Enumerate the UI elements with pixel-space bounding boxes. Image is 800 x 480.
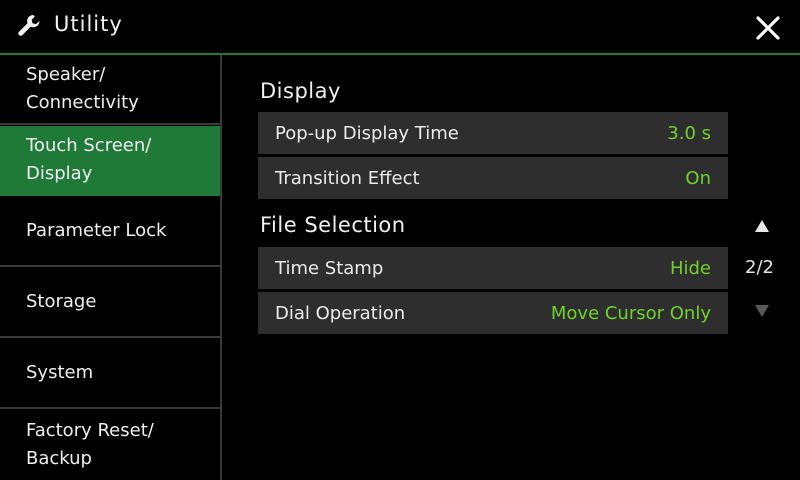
setting-label: Pop-up Display Time — [275, 122, 459, 144]
setting-row-time-stamp[interactable]: Time Stamp Hide — [258, 247, 728, 289]
sidebar-item-speaker-connectivity[interactable]: Speaker/ Connectivity — [0, 55, 220, 125]
sidebar-item-label: Speaker/ Connectivity — [26, 64, 139, 113]
title-bar: Utility — [0, 0, 800, 55]
setting-value: Move Cursor Only — [550, 302, 711, 324]
sidebar-item-storage[interactable]: Storage — [0, 268, 220, 338]
triangle-up-icon[interactable] — [754, 219, 770, 233]
sidebar-item-label: Factory Reset/ Backup — [26, 420, 154, 469]
wrench-icon — [18, 15, 40, 36]
setting-row-popup-display-time[interactable]: Pop-up Display Time 3.0 s — [258, 112, 728, 154]
setting-row-transition-effect[interactable]: Transition Effect On — [258, 157, 728, 199]
setting-row-dial-operation[interactable]: Dial Operation Move Cursor Only — [258, 292, 728, 334]
section-title-display: Display — [260, 79, 341, 103]
sidebar-item-system[interactable]: System — [0, 339, 220, 409]
sidebar-item-label: Touch Screen/ Display — [26, 135, 152, 184]
sidebar-item-factory-reset-backup[interactable]: Factory Reset/ Backup — [0, 410, 220, 480]
setting-value: 3.0 s — [667, 122, 711, 144]
window-title: Utility — [54, 12, 123, 36]
sidebar-item-label: Storage — [26, 291, 97, 312]
sidebar-item-parameter-lock[interactable]: Parameter Lock — [0, 197, 220, 267]
sidebar-item-label: System — [26, 362, 94, 383]
sidebar-item-touch-screen-display[interactable]: Touch Screen/ Display — [0, 126, 220, 196]
close-icon[interactable] — [753, 13, 783, 43]
setting-value: Hide — [669, 257, 711, 279]
setting-label: Transition Effect — [275, 167, 420, 189]
triangle-down-icon[interactable] — [754, 304, 770, 318]
sidebar-item-label: Parameter Lock — [26, 220, 167, 241]
sidebar: Speaker/ Connectivity Touch Screen/ Disp… — [0, 55, 222, 480]
setting-label: Time Stamp — [275, 257, 384, 279]
page-indicator: 2/2 — [745, 257, 774, 278]
setting-label: Dial Operation — [275, 302, 406, 324]
section-title-file-selection: File Selection — [260, 213, 406, 237]
setting-value: On — [685, 167, 711, 189]
